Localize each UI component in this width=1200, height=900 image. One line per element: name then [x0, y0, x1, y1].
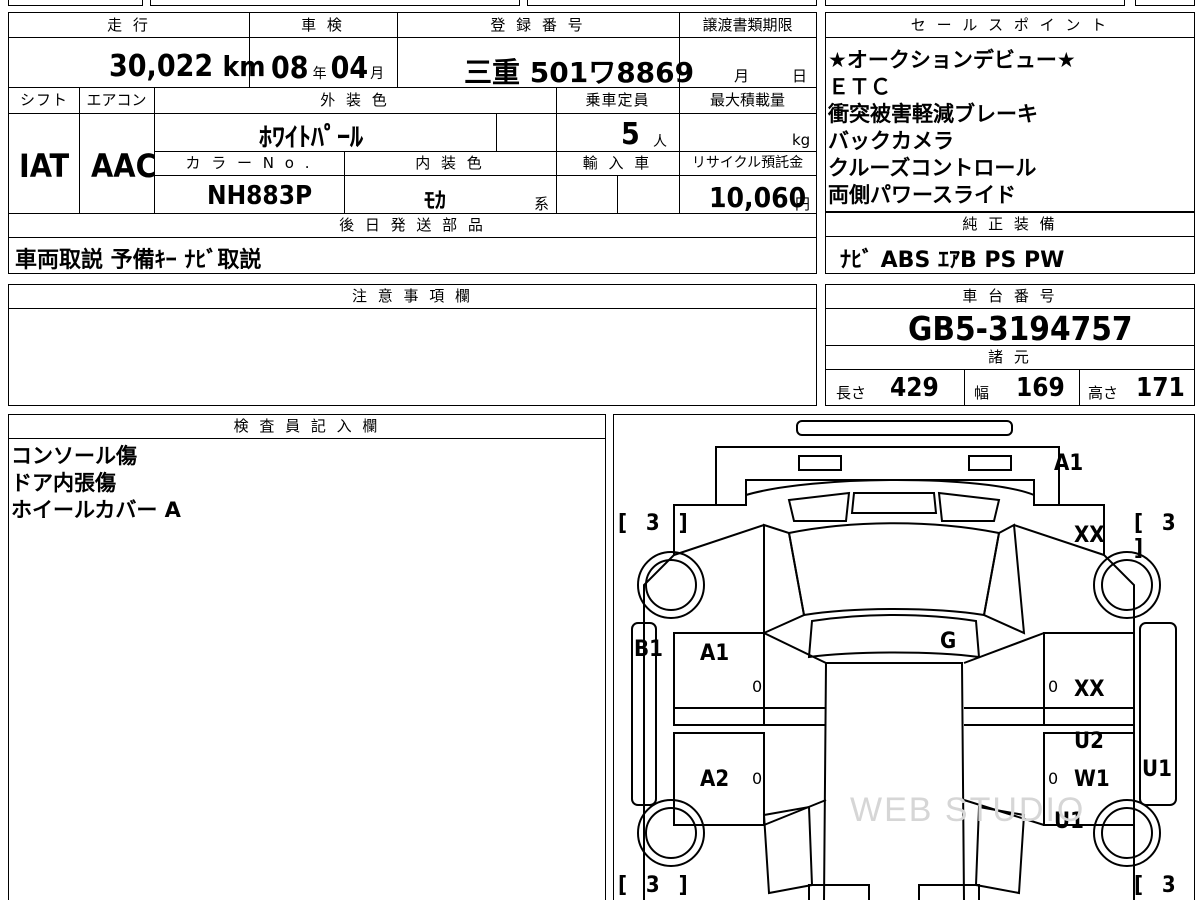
top-strip	[0, 0, 1200, 6]
capacity-label: 乗車定員	[585, 91, 650, 109]
mark-u2-right: U2	[1074, 729, 1104, 754]
mark-u1-right-panel: U1	[1142, 757, 1172, 782]
mark-zero: 0	[752, 769, 763, 788]
sales-points-panel: セ ー ル ス ポ イ ン ト ★オークションデビュー★ ＥＴＣ 衝突被害軽減ブ…	[825, 12, 1195, 212]
tire-depth-rear-left: [ 3 ]	[618, 873, 694, 898]
sales-point-item: 両側パワースライド	[828, 183, 1016, 207]
mileage-label: 走 行	[107, 16, 151, 34]
inspection-value: 08 年 04 月	[271, 51, 385, 86]
registration-label: 登 録 番 号	[490, 16, 586, 34]
shift-value: IAT	[19, 147, 70, 185]
inspector-line: ドア内張傷	[11, 471, 116, 495]
recycle-unit: 円	[795, 195, 811, 213]
inspection-label: 車 検	[301, 16, 345, 34]
sales-point-item: 衝突被害軽減ブレーキ	[828, 102, 1038, 126]
mark-a1-left-door: A1	[700, 641, 730, 666]
sales-point-item: クルーズコントロール	[828, 156, 1037, 180]
car-diagram-panel: A1 XX [ 3 ] [ 3 ] B1 A1 G XX U2 W1 U1 A2…	[613, 414, 1195, 900]
mark-b1-left: B1	[634, 637, 663, 662]
height-label: 高さ	[1088, 384, 1119, 402]
color-no-label: カ ラ ー N o .	[185, 154, 313, 172]
vehicle-info-table: 走 行 車 検 登 録 番 号 譲渡書類期限 30,022 km 08 年 04 月 …	[8, 12, 817, 274]
sales-point-item: ＥＴＣ	[828, 75, 891, 99]
recycle-value: 10,060	[709, 181, 807, 214]
tire-depth-rear-right: [ 3 ]	[1134, 873, 1182, 900]
later-parts-label: 後 日 発 送 部 品	[339, 216, 486, 234]
interior-color-label: 内 装 色	[415, 154, 485, 172]
exterior-color-value: ﾎﾜｲﾄﾊﾟｰﾙ	[259, 123, 364, 153]
watermark: WEB STUDIO	[850, 791, 1086, 829]
sales-point-item: ★オークションデビュー★	[828, 48, 1076, 72]
mileage-unit: km	[222, 50, 266, 83]
mark-xx-right: XX	[1074, 523, 1105, 548]
notes-panel: 注 意 事 項 欄	[8, 284, 817, 406]
tire-depth-front-left: [ 3 ]	[618, 511, 694, 536]
inspector-label: 検 査 員 記 入 欄	[9, 416, 605, 436]
mark-xx-right-door: XX	[1074, 677, 1105, 702]
genuine-equipment-value: ﾅﾋﾞ ABS ｴｱB PS PW	[840, 248, 1065, 273]
sales-point-item: バックカメラ	[828, 129, 954, 153]
color-no-value: NH883P	[207, 181, 313, 211]
genuine-equipment-label: 純 正 装 備	[962, 215, 1058, 233]
mark-a2-left: A2	[700, 767, 730, 792]
max-load-label: 最大積載量	[709, 91, 785, 109]
sales-points-label: セ ー ル ス ポ イ ン ト	[910, 16, 1110, 34]
notes-label: 注 意 事 項 欄	[351, 287, 474, 305]
transfer-day-unit: 日	[792, 67, 808, 85]
interior-color-value: ﾓｶ	[424, 189, 447, 214]
registration-value: 三重 501ワ8869	[464, 56, 695, 89]
max-load-unit: kg	[792, 131, 811, 149]
aircon-label: エアコン	[86, 91, 147, 109]
transfer-deadline-label: 譲渡書類期限	[702, 16, 793, 34]
recycle-label: リサイクル預託金	[691, 155, 804, 171]
capacity-unit: 人	[653, 134, 667, 150]
genuine-equipment-panel: 純 正 装 備 ﾅﾋﾞ ABS ｴｱB PS PW	[825, 212, 1195, 274]
inspector-line: コンソール傷	[11, 444, 137, 468]
capacity-value: 5	[621, 117, 640, 152]
aircon-value: AAC	[91, 147, 157, 185]
chassis-panel: 車 台 番 号 GB5-3194757 諸 元 長さ 429 幅 169 高さ …	[825, 284, 1195, 406]
mark-zero: 0	[1048, 677, 1059, 696]
length-label: 長さ	[836, 384, 867, 402]
width-label: 幅	[974, 384, 990, 402]
sales-points-list: ★オークションデビュー★ ＥＴＣ 衝突被害軽減ブレーキ バックカメラ クルーズコ…	[828, 47, 1076, 209]
specs-label: 諸 元	[988, 348, 1032, 366]
mileage-value: 30,022 km	[109, 49, 266, 84]
chassis-number: GB5-3194757	[908, 309, 1133, 348]
later-parts-value: 車両取説 予備ｷｰ ﾅﾋﾞ取説	[15, 248, 262, 273]
shift-label: シフト	[19, 91, 68, 109]
mark-w1-right: W1	[1074, 767, 1110, 792]
length-value: 429	[890, 373, 939, 403]
transfer-month-unit: 月	[734, 67, 750, 85]
mark-a1-top: A1	[1054, 451, 1084, 476]
height-value: 171	[1136, 373, 1185, 403]
inspector-lines: コンソール傷 ドア内張傷 ホイールカバー A	[11, 443, 181, 524]
mark-zero: 0	[752, 677, 763, 696]
width-value: 169	[1016, 373, 1065, 403]
import-label: 輸 入 車	[582, 154, 653, 172]
inspector-panel: 検 査 員 記 入 欄 コンソール傷 ドア内張傷 ホイールカバー A	[8, 414, 606, 900]
mark-zero: 0	[1048, 769, 1059, 788]
exterior-color-label: 外 装 色	[320, 91, 390, 109]
inspector-line: ホイールカバー A	[11, 498, 181, 522]
chassis-label: 車 台 番 号	[962, 287, 1058, 305]
interior-color-suffix: 系	[534, 195, 550, 213]
tire-depth-front-right: [ 3 ]	[1134, 511, 1182, 561]
mark-g-roof: G	[940, 629, 957, 654]
